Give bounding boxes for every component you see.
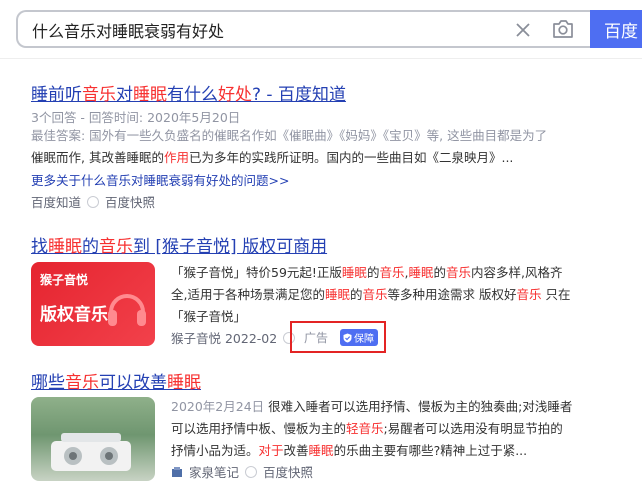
snapshot-link[interactable]: 百度快照 [263, 462, 313, 481]
snapshot-icon [245, 465, 258, 478]
search-button[interactable]: 百度 [590, 10, 642, 48]
result-3-snippet: 2020年2月24日 很难入睡者可以选用抒情、慢板为主的独奏曲;对浅睡者 可以选… [171, 399, 573, 458]
headphones-icon [108, 294, 146, 326]
result-source: 百度知道 百度快照 [31, 192, 155, 211]
source-logo-icon [172, 466, 182, 477]
camera-icon[interactable] [551, 18, 575, 40]
guarantee-badge[interactable]: 保障 [340, 329, 378, 346]
snapshot-icon [87, 195, 100, 208]
guarantee-label: 保障 [354, 334, 374, 345]
source-label: 家泉笔记 [189, 465, 240, 480]
result-thumbnail[interactable] [31, 397, 155, 481]
result-title-3[interactable]: 哪些音乐可以改善睡眠 [31, 368, 201, 393]
snapshot-link[interactable]: 百度快照 [105, 192, 155, 211]
search-header: 百度 [0, 0, 642, 58]
more-questions-link[interactable]: 更多关于什么音乐对睡眠衰弱有好处的问题>> [31, 170, 289, 189]
ad-source-label: 猴子音悦 2022-02 [171, 331, 278, 346]
clear-icon[interactable] [513, 20, 533, 40]
thumb-brand: 猴子音悦 [40, 273, 89, 287]
header-divider [0, 58, 642, 59]
ad-thumbnail[interactable]: 猴子音悦 版权音乐 [31, 262, 155, 346]
ad-label: 广告 [304, 331, 329, 345]
result-snippet: 最佳答案: 国外有一些久负盛名的催眠名作如《催眠曲》《妈妈》《宝贝》等, 这些曲… [31, 128, 548, 165]
search-input[interactable] [32, 19, 492, 41]
guarantee-shield-icon [343, 333, 352, 342]
source-label: 百度知道 [31, 195, 82, 210]
ad-snippet: 「猴子音悦」特价59元起!正版睡眠的音乐,睡眠的音乐内容多样,风格齐 全,适用于… [171, 265, 571, 324]
radio-photo-icon [51, 433, 131, 471]
ad-source: 猴子音悦 2022-02 [171, 328, 296, 347]
search-box[interactable] [16, 10, 590, 48]
thumb-tag: 版权音乐 [40, 305, 108, 325]
ad-badge-box[interactable]: 广告 保障 [290, 321, 386, 353]
result-title-2[interactable]: 找睡眠的音乐到 [猴子音悦] 版权可商用 [31, 232, 327, 257]
result-3-source: 家泉笔记 百度快照 [171, 462, 313, 481]
result-title-1[interactable]: 睡前听音乐对睡眠有什么好处? - 百度知道 [31, 80, 346, 105]
result-meta: 3个回答 - 回答时间: 2020年5月20日 [31, 110, 241, 125]
